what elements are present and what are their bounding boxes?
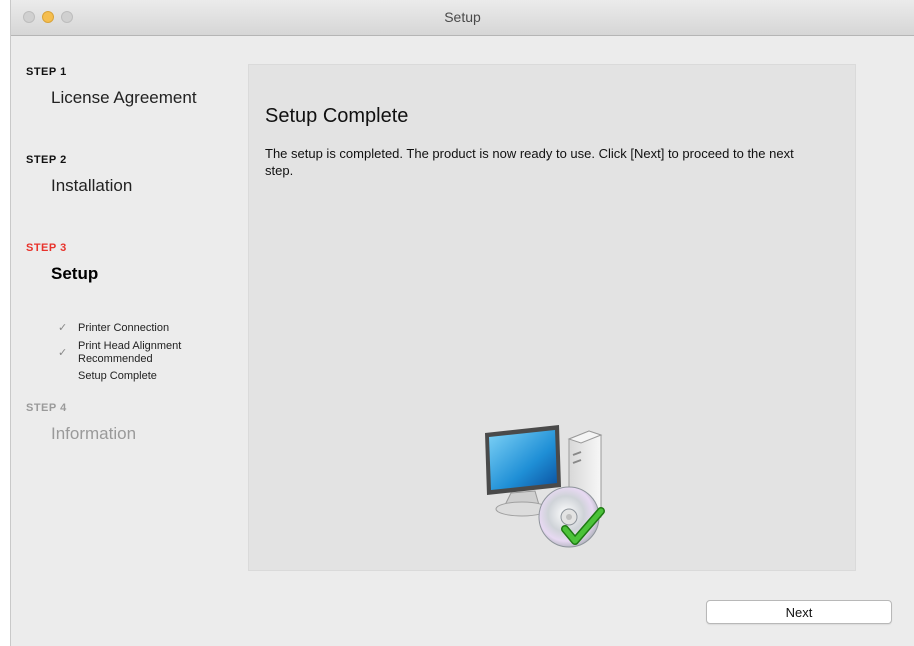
substep-label: Setup Complete: [78, 370, 157, 382]
window-title: Setup: [444, 9, 481, 25]
step-label: STEP 1: [26, 66, 67, 78]
step-title: License Agreement: [51, 88, 197, 107]
status-message: The setup is completed. The product is n…: [265, 146, 794, 178]
title-bar: Setup: [11, 0, 914, 36]
step-title: Information: [51, 424, 137, 443]
checkmark-icon: ✓: [58, 322, 68, 334]
step-3: STEP 3 Setup: [26, 242, 98, 284]
substep-print-head-alignment: ✓ Print Head Alignment Recommended: [26, 340, 253, 366]
step-label: STEP 2: [26, 154, 67, 166]
checkmark-icon: ✓: [58, 347, 68, 359]
substeps-list: ✓ Printer Connection ✓ Print Head Alignm…: [26, 322, 231, 383]
step-1: STEP 1 License Agreement: [26, 66, 197, 108]
step-title: Setup: [51, 264, 99, 283]
step-title: Installation: [51, 176, 133, 195]
step-label: STEP 4: [26, 402, 67, 414]
step-4: STEP 4 Information: [26, 402, 136, 444]
substep-printer-connection: ✓ Printer Connection: [26, 322, 231, 335]
computer-cd-check-icon: [485, 425, 605, 548]
content-panel: Setup Complete The setup is completed. T…: [248, 64, 856, 571]
page-title: Setup Complete: [265, 105, 409, 127]
step-2: STEP 2 Installation: [26, 154, 132, 196]
substep-label: Printer Connection: [78, 322, 170, 334]
next-button[interactable]: Next: [706, 600, 892, 624]
step-label: STEP 3: [26, 242, 67, 254]
substep-setup-complete: Setup Complete: [26, 370, 231, 383]
substep-label: Print Head Alignment Recommended: [78, 340, 182, 365]
